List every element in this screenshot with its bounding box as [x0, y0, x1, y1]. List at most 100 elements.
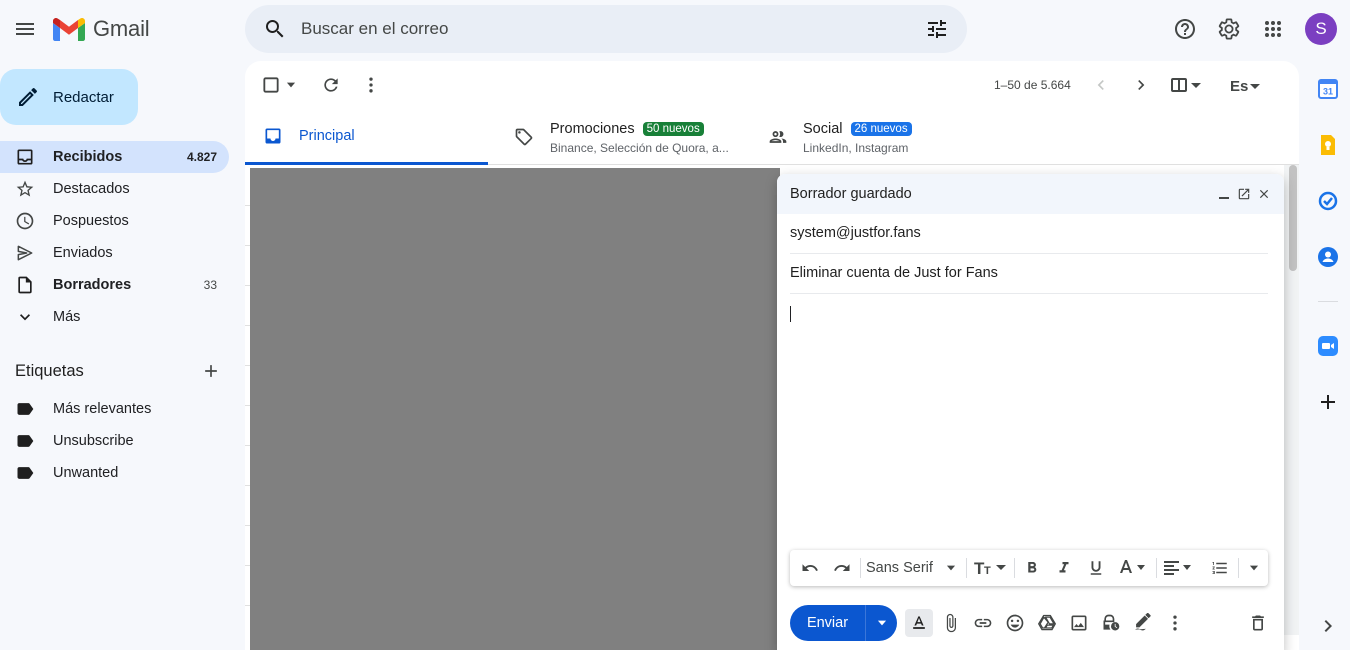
more-options-button[interactable] [1161, 609, 1189, 637]
more-vert-icon [369, 77, 373, 93]
minimize-icon [1219, 197, 1229, 199]
tune-icon [928, 20, 946, 38]
text-size-icon: TT [974, 559, 1006, 577]
open-in-full-icon [1238, 188, 1250, 200]
label-icon [17, 467, 34, 479]
sidebar-item-label-unsubscribe[interactable]: Unsubscribe [0, 425, 229, 457]
account-avatar[interactable]: S [1305, 13, 1337, 45]
to-field[interactable] [790, 214, 1268, 252]
list-scrollbar-thumb[interactable] [1289, 165, 1297, 271]
settings-button[interactable] [1209, 9, 1249, 49]
more-actions-button[interactable] [351, 65, 391, 105]
labels-title: Etiquetas [15, 361, 84, 380]
older-page-button[interactable] [1121, 65, 1161, 105]
hide-side-panel-button[interactable] [1316, 614, 1340, 638]
confidential-mode-button[interactable] [1097, 609, 1125, 637]
undo-icon [802, 564, 818, 571]
calendar-app-button[interactable]: 31 [1316, 77, 1340, 101]
toolbar-divider [860, 558, 861, 578]
sidebar-item-sent[interactable]: Enviados [0, 237, 229, 269]
new-count-badge: 50 nuevos [642, 121, 704, 136]
draft-count: 33 [203, 278, 217, 292]
font-family-value: Sans Serif [866, 560, 933, 576]
subject-field[interactable] [790, 254, 1268, 292]
formatting-options-toggle[interactable] [905, 609, 933, 637]
discard-draft-button[interactable] [1244, 609, 1272, 637]
attach-file-button[interactable] [937, 609, 965, 637]
sidebar-item-label-unwanted[interactable]: Unwanted [0, 457, 229, 489]
italic-icon [1059, 562, 1069, 573]
sidebar-item-label-relevant[interactable]: Más relevantes [0, 393, 229, 425]
google-apps-button[interactable] [1253, 9, 1293, 49]
get-addons-button[interactable] [1316, 390, 1340, 414]
insert-photo-button[interactable] [1065, 609, 1093, 637]
labels-header: Etiquetas [15, 355, 229, 387]
gmail-logo[interactable]: Gmail [53, 16, 150, 42]
split-pane-toggle[interactable] [1165, 65, 1209, 105]
minimize-button[interactable] [1214, 184, 1234, 204]
insert-emoji-button[interactable] [1001, 609, 1029, 637]
input-tools-icon: Es [1230, 78, 1260, 95]
compose-window: Borrador guardado Sans Serif TT [777, 174, 1284, 650]
support-button[interactable] [1165, 9, 1205, 49]
newer-page-button[interactable] [1081, 65, 1121, 105]
create-label-button[interactable] [199, 359, 223, 383]
italic-button[interactable] [1052, 556, 1076, 580]
undo-button[interactable] [798, 556, 822, 580]
insert-signature-button[interactable] [1129, 609, 1157, 637]
schedule-send-button[interactable] [865, 605, 897, 641]
sidebar-item-inbox[interactable]: Recibidos 4.827 [0, 141, 229, 173]
gear-icon [1218, 18, 1240, 40]
select-menu-button[interactable] [277, 65, 305, 105]
tasks-app-button[interactable] [1316, 189, 1340, 213]
search-button[interactable] [255, 9, 295, 49]
main-menu-button[interactable] [5, 9, 45, 49]
input-tools-toggle[interactable]: Es [1223, 65, 1267, 105]
tab-social[interactable]: Social 26 nuevos LinkedIn, Instagram [751, 109, 1003, 165]
text-color-button[interactable] [1116, 556, 1150, 580]
new-count-badge: 26 nuevos [850, 121, 912, 136]
caret-down-icon [946, 565, 956, 571]
contacts-app-button[interactable] [1316, 245, 1340, 269]
underline-button[interactable] [1084, 556, 1108, 580]
keep-icon [1321, 135, 1335, 155]
message-body[interactable] [790, 304, 1268, 544]
compose-header[interactable]: Borrador guardado [777, 174, 1284, 214]
send-button[interactable]: Enviar [790, 605, 865, 641]
redo-button[interactable] [830, 556, 854, 580]
search-input[interactable] [301, 17, 901, 41]
keep-app-button[interactable] [1316, 133, 1340, 157]
redo-icon [834, 564, 850, 571]
photo-icon [1071, 615, 1087, 631]
label-icon [17, 403, 34, 415]
chevron-right-icon [1138, 80, 1145, 90]
calendar-icon: 31 [1318, 79, 1338, 99]
font-size-button[interactable]: TT [972, 556, 1010, 580]
sidebar-item-snoozed[interactable]: Pospuestos [0, 205, 229, 237]
refresh-button[interactable] [311, 65, 351, 105]
close-compose-button[interactable] [1254, 184, 1274, 204]
numbered-list-button[interactable] [1208, 556, 1232, 580]
search-options-button[interactable] [917, 9, 957, 49]
sidebar-item-label: Más [53, 309, 81, 325]
hamburger-icon [16, 23, 34, 35]
more-formatting-button[interactable] [1244, 556, 1264, 580]
sidebar-item-label: Destacados [53, 181, 130, 197]
search-bar[interactable] [245, 5, 967, 53]
align-button[interactable] [1162, 556, 1196, 580]
sidebar-item-drafts[interactable]: Borradores 33 [0, 269, 229, 301]
video-camera-icon [1318, 336, 1338, 356]
insert-link-button[interactable] [969, 609, 997, 637]
font-family-select[interactable]: Sans Serif [866, 556, 962, 580]
insert-drive-button[interactable] [1033, 609, 1061, 637]
compose-button[interactable]: Redactar [0, 69, 138, 125]
tab-primary[interactable]: Principal [245, 109, 488, 165]
zoom-addon-button[interactable] [1316, 334, 1340, 358]
text-cursor [790, 306, 791, 322]
fullscreen-button[interactable] [1234, 184, 1254, 204]
sidebar-item-starred[interactable]: Destacados [0, 173, 229, 205]
plus-icon [1321, 395, 1335, 409]
sidebar-item-more[interactable]: Más [0, 301, 229, 333]
tab-promotions[interactable]: Promociones 50 nuevos Binance, Selección … [498, 109, 750, 165]
bold-button[interactable] [1020, 556, 1044, 580]
